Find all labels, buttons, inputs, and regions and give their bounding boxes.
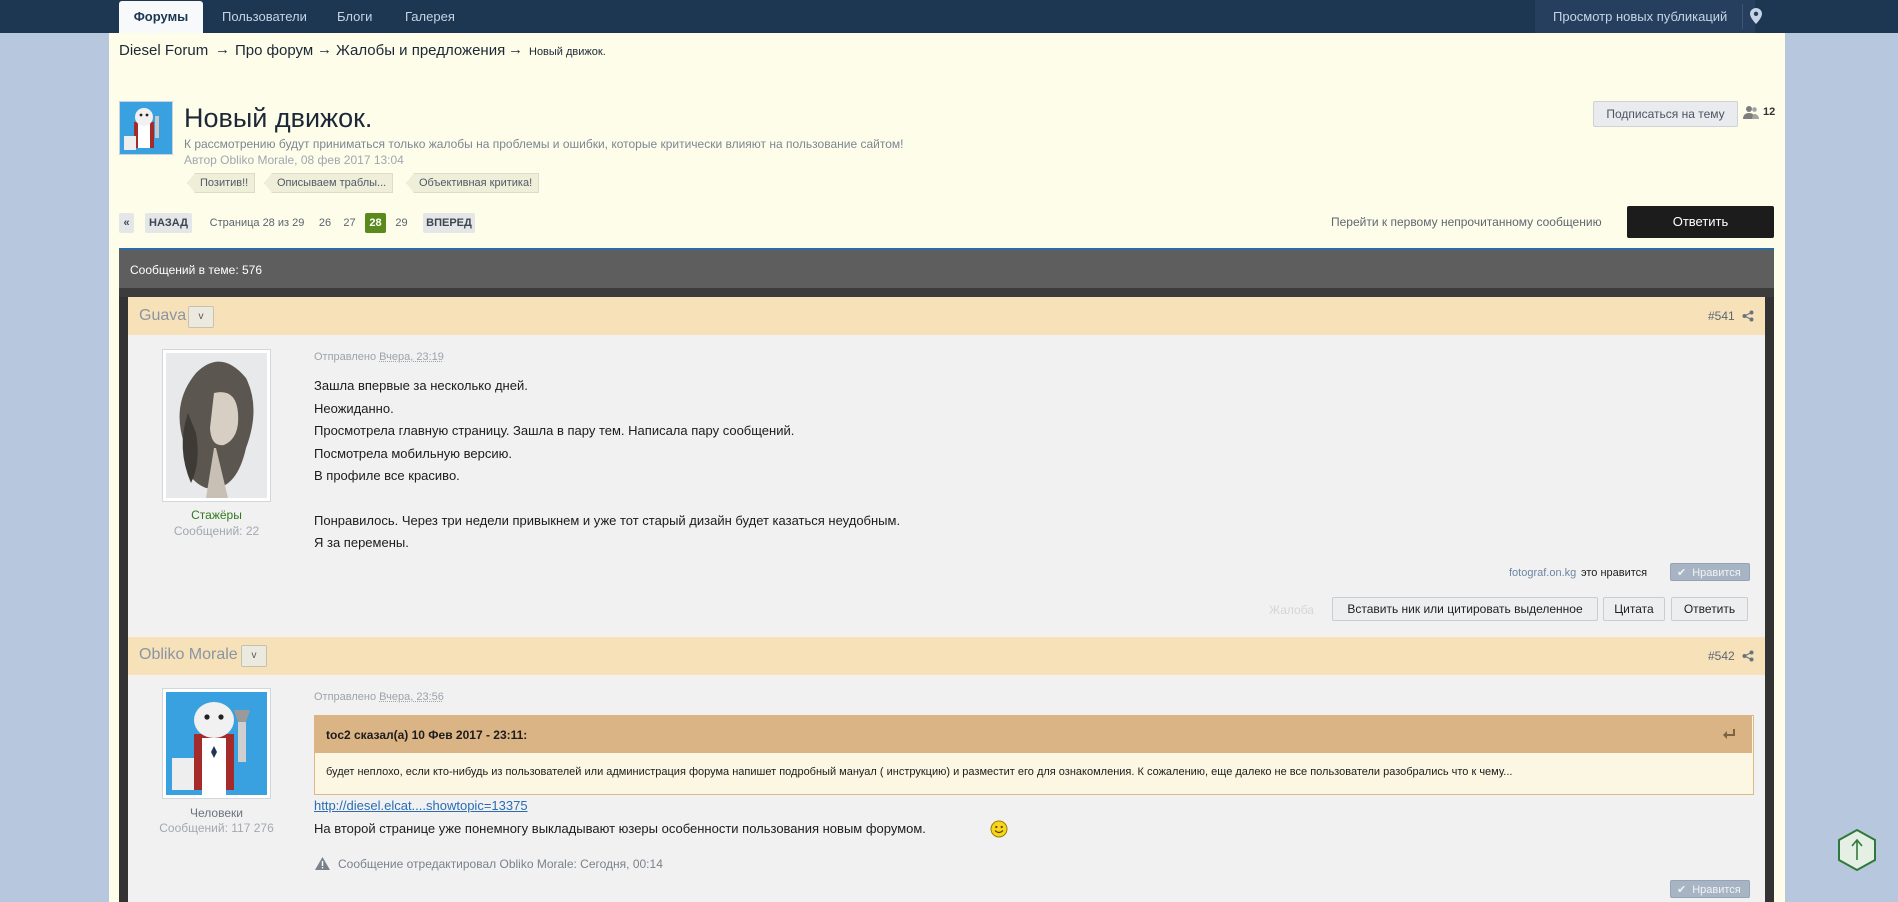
quote-button[interactable]: Цитата bbox=[1603, 597, 1665, 621]
share-icon[interactable] bbox=[1742, 310, 1754, 322]
page-link-29[interactable]: 29 bbox=[393, 213, 410, 233]
like-label: Нравится bbox=[1692, 884, 1741, 896]
like-button[interactable]: ✔ Нравится bbox=[1670, 880, 1750, 898]
user-post-count: Сообщений: 22 bbox=[173, 524, 260, 538]
breadcrumb-separator: → bbox=[508, 41, 523, 58]
warning-icon bbox=[315, 857, 330, 870]
posted-label: Отправлено bbox=[314, 351, 377, 363]
followers-icon[interactable] bbox=[1743, 104, 1759, 120]
author-menu-button[interactable]: v bbox=[188, 306, 214, 328]
breadcrumb-separator: → bbox=[317, 41, 332, 58]
share-icon[interactable] bbox=[1742, 650, 1754, 662]
post-text-line: Я за перемены. bbox=[314, 535, 409, 550]
quote-header bbox=[314, 715, 1752, 753]
breadcrumb-item-about-forum[interactable]: Про форум bbox=[235, 42, 313, 59]
breadcrumb-current: Новый движок. bbox=[529, 46, 606, 58]
view-new-posts-link[interactable]: Просмотр новых публикаций bbox=[1553, 0, 1727, 33]
jump-to-unread-link[interactable]: Перейти к первому непрочитанному сообщен… bbox=[1331, 215, 1602, 229]
topic-author-line: Автор Obliko Morale, 08 фев 2017 13:04 bbox=[184, 153, 404, 167]
posted-timestamp: Вчера, 23:19 bbox=[379, 351, 444, 363]
post-author-name[interactable]: Obliko Morale bbox=[139, 646, 238, 664]
avatar[interactable] bbox=[162, 688, 271, 799]
tab-forums[interactable]: Форумы bbox=[119, 1, 203, 33]
like-label: Нравится bbox=[1692, 567, 1741, 579]
posted-label: Отправлено bbox=[314, 691, 377, 703]
user-avatar-image bbox=[166, 353, 267, 498]
post-number-link[interactable]: #542 bbox=[1708, 649, 1735, 663]
post-text-line: На второй странице уже понемногу выклады… bbox=[314, 821, 926, 836]
user-avatar-image bbox=[166, 692, 267, 795]
post-text-line: Неожиданно. bbox=[314, 401, 394, 416]
post-date: Отправлено Вчера, 23:56 bbox=[314, 691, 444, 703]
quote-citation: toc2 сказал(а) 10 Фев 2017 - 23:11: bbox=[326, 728, 528, 742]
tab-users[interactable]: Пользователи bbox=[222, 1, 307, 33]
next-page-button[interactable]: ВПЕРЕД bbox=[423, 213, 475, 233]
smiley-icon bbox=[990, 820, 1008, 838]
reply-button[interactable]: Ответить bbox=[1627, 206, 1774, 238]
post-header bbox=[128, 297, 1765, 335]
post-reply-button[interactable]: Ответить bbox=[1671, 597, 1748, 621]
post-text-line: Просмотрела главную страницу. Зашла в па… bbox=[314, 423, 795, 438]
topic-description: К рассмотрению будут приниматься только … bbox=[184, 137, 904, 151]
topic-author-avatar[interactable] bbox=[119, 101, 173, 155]
report-link[interactable]: Жалоба bbox=[1269, 603, 1314, 617]
posted-timestamp: Вчера, 23:56 bbox=[379, 691, 444, 703]
view-quoted-post-icon[interactable] bbox=[1722, 728, 1736, 740]
page-link-27[interactable]: 27 bbox=[341, 213, 358, 233]
check-icon: ✔ bbox=[1677, 567, 1687, 579]
user-group-label: Стажёры bbox=[191, 508, 242, 522]
post-link[interactable]: http://diesel.elcat....showtopic=13375 bbox=[314, 798, 528, 813]
multiquote-button[interactable]: Вставить ник или цитировать выделенное bbox=[1332, 597, 1598, 621]
like-button[interactable]: ✔ Нравится bbox=[1670, 563, 1750, 581]
tag-describe-issues[interactable]: Описываем траблы... bbox=[264, 173, 394, 193]
post-number-link[interactable]: #541 bbox=[1708, 309, 1735, 323]
page-link-26[interactable]: 26 bbox=[317, 213, 333, 233]
post-header bbox=[128, 637, 1765, 675]
avatar[interactable] bbox=[162, 349, 271, 502]
breadcrumb-separator: → bbox=[215, 41, 230, 58]
edit-note: Сообщение отредактировал Obliko Morale: … bbox=[338, 857, 663, 871]
post-text-line: Зашла впервые за несколько дней. bbox=[314, 378, 528, 393]
tab-gallery[interactable]: Галерея bbox=[405, 1, 455, 33]
check-icon: ✔ bbox=[1677, 884, 1687, 896]
author-menu-button[interactable]: v bbox=[241, 645, 267, 667]
tag-objective-criticism[interactable]: Объективная критика! bbox=[406, 173, 540, 193]
post-author-name[interactable]: Guava bbox=[139, 307, 186, 325]
previous-page-button[interactable]: НАЗАД bbox=[145, 213, 192, 233]
user-post-count: Сообщений: 117 276 bbox=[159, 821, 274, 835]
page-indicator: Страница 28 из 29 bbox=[209, 217, 305, 229]
subscribe-button[interactable]: Подписаться на тему bbox=[1593, 101, 1738, 127]
breadcrumb-item-complaints[interactable]: Жалобы и предложения bbox=[336, 42, 505, 59]
posts-divider bbox=[119, 288, 1774, 297]
post-text-line: Посмотрела мобильную версию. bbox=[314, 446, 512, 461]
followers-count: 12 bbox=[1763, 106, 1776, 118]
breadcrumb-item-diesel-forum[interactable]: Diesel Forum bbox=[119, 42, 208, 59]
divider bbox=[1742, 4, 1743, 29]
first-page-button[interactable]: « bbox=[119, 213, 134, 233]
map-pin-icon[interactable] bbox=[1750, 8, 1762, 24]
tag-positive[interactable]: Позитив!! bbox=[187, 173, 256, 193]
user-group-label: Человеки bbox=[190, 806, 243, 820]
scroll-to-top-icon[interactable] bbox=[1838, 829, 1876, 871]
post-date: Отправлено Вчера, 23:19 bbox=[314, 351, 444, 363]
post-text-line: Понравилось. Через три недели привыкнем … bbox=[314, 513, 901, 528]
page-title: Новый движок. bbox=[184, 103, 373, 133]
post-text-line: В профиле все красиво. bbox=[314, 468, 460, 483]
page-link-current[interactable]: 28 bbox=[365, 213, 386, 233]
liker-link[interactable]: fotograf.on.kg bbox=[1509, 567, 1576, 579]
quote-text: будет неплохо, если кто-нибудь из пользо… bbox=[326, 766, 1513, 778]
posts-count-header: Сообщений в теме: 576 bbox=[119, 248, 1774, 288]
tab-blogs[interactable]: Блоги bbox=[337, 1, 372, 33]
likes-text: это нравится bbox=[1581, 567, 1648, 579]
